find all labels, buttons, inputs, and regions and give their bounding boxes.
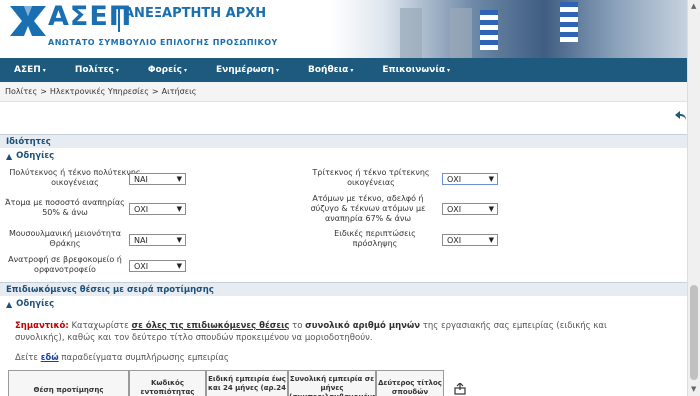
chevron-down-icon: ▼ bbox=[488, 205, 494, 213]
asep-logo-icon bbox=[10, 6, 46, 36]
orphanage-select[interactable]: ΟΧΙ ▼ bbox=[129, 260, 186, 272]
chevron-up-icon: ▲ bbox=[6, 151, 13, 161]
chevron-up-icon: ▲ bbox=[6, 299, 13, 309]
greek-flag-icon bbox=[480, 10, 498, 50]
prop-label-large-family: Πολύτεκνος ή τέκνο πολύτεκνης οικογένεια… bbox=[9, 168, 141, 187]
nav-item-agencies[interactable]: Φορείς ▾ bbox=[148, 65, 187, 75]
nav-item-asep[interactable]: ΑΣΕΠ ▾ bbox=[14, 65, 46, 75]
chevron-down-icon: ▾ bbox=[350, 67, 354, 74]
table-header-preference: Θέση προτίμησης bbox=[8, 370, 129, 396]
breadcrumb: Πολίτες > Ηλεκτρονικές Υπηρεσίες > Αιτήσ… bbox=[0, 82, 687, 102]
chevron-down-icon: ▾ bbox=[42, 67, 46, 74]
table-header-second-degree: Δεύτερος τίτλος σπουδών bbox=[376, 370, 444, 396]
site-header: ΑΣΕΠ ΑΝΕΞΑΡΤΗΤΗ ΑΡΧΗ ΑΝΩΤΑΤΟ ΣΥΜΒΟΥΛΙΟ Ε… bbox=[0, 0, 687, 58]
back-arrow-icon[interactable] bbox=[675, 110, 687, 124]
muslim-minority-select[interactable]: ΝΑΙ ▼ bbox=[129, 234, 186, 246]
greek-flag-icon bbox=[560, 2, 578, 42]
logo-divider bbox=[118, 6, 120, 32]
table-header-locality-code: Κωδικός εντοπιότητας bbox=[129, 370, 206, 396]
main-nav: ΑΣΕΠ ▾ Πολίτες ▾ Φορείς ▾ Ενημέρωση ▾ Βοήθει… bbox=[0, 58, 687, 82]
nav-item-help[interactable]: Βοήθεια ▾ bbox=[308, 65, 353, 75]
chevron-down-icon: ▾ bbox=[115, 67, 119, 74]
chevron-down-icon: ▾ bbox=[276, 67, 280, 74]
breadcrumb-current: Αιτήσεις bbox=[161, 87, 197, 96]
chevron-down-icon: ▼ bbox=[488, 175, 494, 183]
chevron-down-icon: ▼ bbox=[176, 236, 182, 244]
nav-item-news[interactable]: Ενημέρωση ▾ bbox=[216, 65, 279, 75]
table-header-special-experience: Ειδική εμπειρία έως και 24 μήνες (αρ.24 bbox=[206, 370, 288, 396]
prop-label-muslim-minority: Μουσουλμανική μειονότητα Θράκης bbox=[9, 229, 121, 248]
chevron-down-icon: ▾ bbox=[447, 67, 451, 74]
properties-panel: Πολύτεκνος ή τέκνο πολύτεκνης οικογένεια… bbox=[0, 162, 687, 280]
properties-guide-toggle[interactable]: ▲ Οδηγίες bbox=[6, 150, 677, 162]
breadcrumb-link[interactable]: Πολίτες bbox=[5, 87, 37, 96]
prop-label-disability-50: Άτομα με ποσοστό αναπηρίας 50% & άνω bbox=[5, 198, 125, 217]
relative-disability-67-select[interactable]: ΟΧΙ ▼ bbox=[442, 203, 498, 215]
scrollbar-thumb[interactable] bbox=[690, 285, 698, 380]
breadcrumb-separator: > bbox=[40, 87, 47, 96]
scroll-down-icon[interactable]: ▼ bbox=[691, 385, 696, 393]
add-row-icon[interactable] bbox=[454, 383, 466, 395]
breadcrumb-link[interactable]: Ηλεκτρονικές Υπηρεσίες bbox=[50, 87, 149, 96]
logo-subtitle: ΑΝΕΞΑΡΤΗΤΗ ΑΡΧΗ bbox=[124, 6, 267, 21]
chevron-down-icon: ▼ bbox=[176, 175, 182, 183]
prop-label-orphanage: Ανατροφή σε βρεφοκομείο ή ορφανοτροφείο bbox=[8, 255, 122, 274]
prop-label-relative-disability-67: Ατόμων με τέκνο, αδελφό ή σύζυγο & τέκνω… bbox=[310, 194, 426, 223]
important-note: Σημαντικό: Καταχωρίστε σε όλες τις επιδι… bbox=[15, 321, 607, 343]
examples-link[interactable]: εδώ bbox=[41, 353, 59, 363]
prop-label-special-cases: Ειδικές περιπτώσεις πρόσληψης bbox=[334, 229, 416, 248]
positions-guide-toggle[interactable]: ▲ Οδηγίες bbox=[6, 298, 677, 310]
chevron-down-icon: ▾ bbox=[183, 67, 187, 74]
logo-tagline: ΑΝΩΤΑΤΟ ΣΥΜΒΟΥΛΙΟ ΕΠΙΛΟΓΗΣ ΠΡΟΣΩΠΙΚΟΥ bbox=[48, 38, 278, 47]
prop-label-three-child-family: Τρίτεκνος ή τέκνο τρίτεκνης οικογένειας bbox=[312, 168, 430, 187]
three-child-family-select[interactable]: ΟΧΙ ▼ bbox=[442, 173, 498, 185]
header-photo bbox=[330, 0, 687, 58]
properties-section-title: Ιδιότητες bbox=[0, 134, 687, 148]
vertical-scrollbar[interactable]: ▲ ▼ bbox=[687, 0, 700, 396]
chevron-down-icon: ▼ bbox=[176, 262, 182, 270]
positions-section-title: Επιδιωκόμενες θέσεις με σειρά προτίμησης bbox=[0, 282, 687, 296]
nav-item-citizens[interactable]: Πολίτες ▾ bbox=[75, 65, 119, 75]
disability-50-select[interactable]: ΟΧΙ ▼ bbox=[129, 203, 186, 215]
nav-item-contact[interactable]: Επικοινωνία ▾ bbox=[382, 65, 450, 75]
table-header-total-experience: Συνολική εμπειρία σε μήνες (συμπεριλαμβα… bbox=[288, 370, 376, 396]
large-family-select[interactable]: ΝΑΙ ▼ bbox=[129, 173, 186, 185]
scroll-up-icon[interactable]: ▲ bbox=[691, 2, 696, 10]
examples-link-line: Δείτε εδώ παραδείγματα συμπλήρωσης εμπει… bbox=[15, 353, 229, 363]
chevron-down-icon: ▼ bbox=[488, 236, 494, 244]
special-cases-select[interactable]: ΟΧΙ ▼ bbox=[442, 234, 498, 246]
chevron-down-icon: ▼ bbox=[176, 205, 182, 213]
breadcrumb-separator: > bbox=[151, 87, 159, 96]
